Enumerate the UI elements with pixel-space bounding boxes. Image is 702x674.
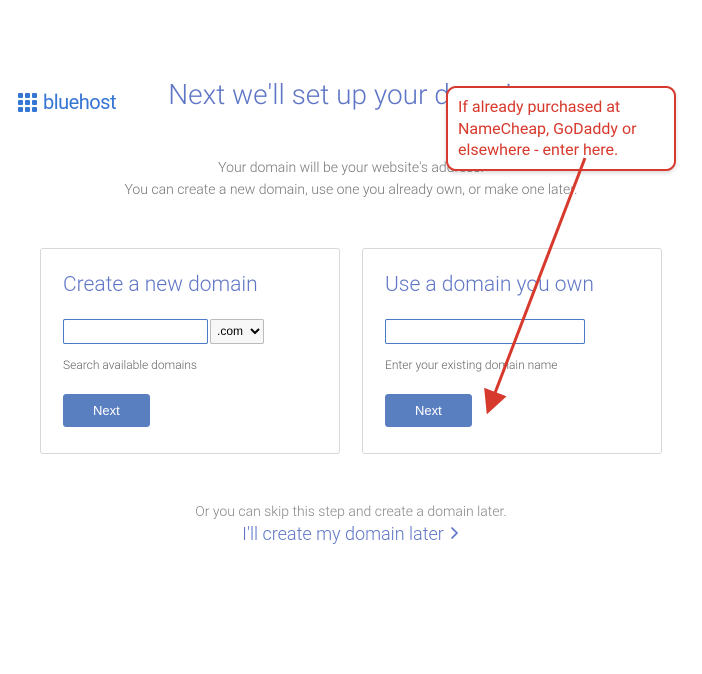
domain-cards-row: Create a new domain .com Search availabl… [0, 248, 702, 454]
skip-link-label: I'll create my domain later [242, 524, 444, 545]
skip-section: Or you can skip this step and create a d… [0, 504, 702, 545]
own-domain-title: Use a domain you own [385, 273, 639, 297]
brand-logo: bluehost [18, 90, 116, 114]
own-domain-input-row [385, 319, 639, 344]
create-domain-title: Create a new domain [63, 273, 317, 297]
own-domain-next-button[interactable]: Next [385, 394, 472, 427]
subhead-line-2: You can create a new domain, use one you… [0, 179, 702, 201]
logo-grid-icon [18, 93, 37, 112]
create-domain-input-row: .com [63, 319, 317, 344]
own-domain-input[interactable] [385, 319, 585, 344]
create-domain-input[interactable] [63, 319, 208, 344]
skip-link[interactable]: I'll create my domain later [242, 524, 460, 545]
create-domain-helper: Search available domains [63, 358, 317, 372]
tld-select[interactable]: .com [210, 319, 264, 344]
create-domain-card: Create a new domain .com Search availabl… [40, 248, 340, 454]
logo-text: bluehost [43, 90, 116, 114]
own-domain-helper: Enter your existing domain name [385, 358, 639, 372]
skip-description: Or you can skip this step and create a d… [0, 504, 702, 520]
own-domain-card: Use a domain you own Enter your existing… [362, 248, 662, 454]
chevron-right-icon [450, 524, 460, 545]
annotation-callout: If already purchased at NameCheap, GoDad… [446, 86, 676, 171]
create-domain-next-button[interactable]: Next [63, 394, 150, 427]
annotation-text: If already purchased at NameCheap, GoDad… [458, 96, 664, 161]
